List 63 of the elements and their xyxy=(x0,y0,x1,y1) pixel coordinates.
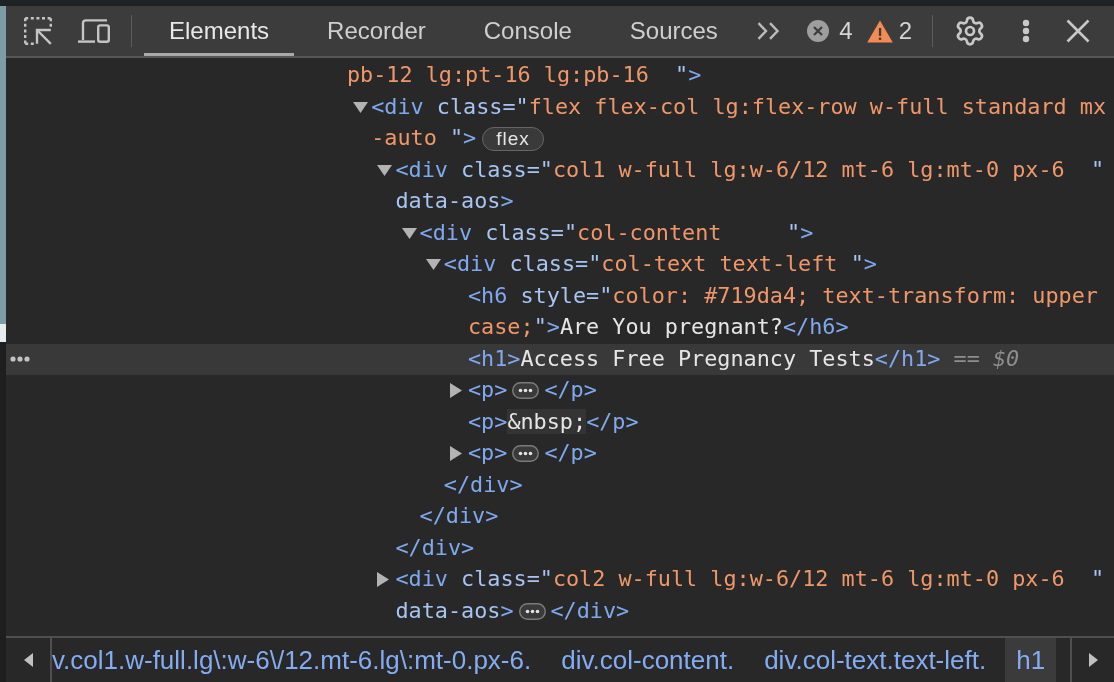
disclosure-triangle-icon[interactable] xyxy=(401,227,417,239)
warning-icon xyxy=(866,19,893,43)
error-icon xyxy=(807,20,830,42)
breadcrumb-item[interactable]: h1 xyxy=(1005,638,1057,682)
code-line: <div class="col-text text-left "> xyxy=(443,250,877,279)
code-line: -auto "> xyxy=(371,124,477,153)
dom-node-row[interactable]: <p>&nbsp;</p> xyxy=(6,406,1114,438)
panel-tab[interactable]: Recorder xyxy=(302,6,451,56)
disclosure-triangle-icon[interactable] xyxy=(425,259,441,271)
disclosure-triangle-icon[interactable] xyxy=(377,572,390,588)
dom-node-row[interactable]: <p> </p> xyxy=(6,375,1114,407)
ellipsis-icon[interactable] xyxy=(518,602,546,620)
panel-tab[interactable]: Console xyxy=(458,6,597,56)
warning-count-button[interactable]: 2 xyxy=(866,6,912,56)
code-line: </div> xyxy=(443,470,523,499)
ellipsis-icon[interactable] xyxy=(512,445,540,463)
device-icon xyxy=(78,19,110,43)
more-icon[interactable] xyxy=(10,356,30,363)
code-line: </div> xyxy=(550,596,630,625)
disclosure-triangle-icon[interactable] xyxy=(377,164,393,176)
dom-node-row[interactable]: <div class="flex flex-col lg:flex-row w-full standard mx -auto "> flex xyxy=(6,91,1114,155)
code-line: case;">Are You pregnant?</h6> xyxy=(468,313,849,342)
dom-node-row[interactable]: <h6 style="color: #719da4; text-transform: upper case;">Are You pregnant?</h6> xyxy=(6,280,1114,344)
code-line: <div class="col1 w-full lg:w-6/12 mt-6 lg:mt-0 px-6 " xyxy=(395,155,1105,184)
triangle-left-icon xyxy=(23,653,33,667)
kebab-menu-icon xyxy=(1022,19,1030,43)
code-line: data-aos> xyxy=(395,187,514,216)
code-line: <div class="col2 w-full lg:w-6/12 mt-6 lg:mt-0 px-6 " xyxy=(395,565,1105,594)
code-line: <h6 style="color: #719da4; text-transform: upper xyxy=(468,281,1098,310)
code-line: <div class="flex flex-col lg:flex-row w-full standard mx xyxy=(371,92,1107,121)
panel-tab[interactable]: Sources xyxy=(604,6,743,56)
code-line: <h1>Access Free Pregnancy Tests</h1> == $0 xyxy=(468,344,1020,373)
inspect-icon xyxy=(24,17,52,45)
triangle-right-icon xyxy=(1088,653,1098,667)
double-chevron-icon xyxy=(757,22,781,40)
code-line: <p>&nbsp;</p> xyxy=(468,407,639,436)
disclosure-triangle-icon[interactable] xyxy=(450,446,462,462)
dom-node-row[interactable]: <div class="col-text text-left "> xyxy=(6,249,1114,281)
close-icon xyxy=(1066,19,1090,43)
dom-node-row[interactable]: <h1>Access Free Pregnancy Tests</h1> == $0 xyxy=(6,343,1114,375)
disclosure-triangle-icon[interactable] xyxy=(450,383,462,399)
code-line: data-aos> xyxy=(395,596,514,625)
code-line: <div class="col-content "> xyxy=(419,218,814,247)
code-line: <p> xyxy=(468,376,508,405)
dom-node-row[interactable]: <div class="col2 w-full lg:w-6/12 mt-6 lg:mt-0 px-6 " data-aos> </div> xyxy=(6,564,1114,627)
dom-node-row[interactable]: <div class="col1 w-full lg:w-6/12 mt-6 lg:mt-0 px-6 " data-aos> xyxy=(6,154,1114,218)
code-line: </div> xyxy=(395,533,475,562)
code-line: </p> xyxy=(544,439,597,468)
code-line: <p> xyxy=(468,439,508,468)
settings-icon xyxy=(954,15,986,47)
dom-node-row[interactable]: <div class="col-content "> xyxy=(6,217,1114,249)
breadcrumb-item[interactable]: div.col-text.text-left. xyxy=(753,638,998,682)
disclosure-triangle-icon[interactable] xyxy=(353,101,369,113)
ellipsis-icon[interactable] xyxy=(512,382,540,400)
layout-badge[interactable]: flex xyxy=(482,126,544,151)
breadcrumb-item[interactable]: v.col1.w-full.lg\:w-6\/12.mt-6.lg\:mt-0.px-6. xyxy=(52,638,543,682)
error-count-button[interactable]: 4 xyxy=(807,6,853,56)
dom-node-row[interactable]: pb-12 lg:pt-16 lg:pb-16 "> xyxy=(6,60,1114,92)
breadcrumb-item[interactable]: div.col-content. xyxy=(550,638,746,682)
code-line: </p> xyxy=(544,376,597,405)
code-line: pb-12 lg:pt-16 lg:pb-16 "> xyxy=(347,61,702,90)
dom-node-row[interactable]: <p> </p> xyxy=(6,438,1114,470)
code-line: </div> xyxy=(419,502,499,531)
